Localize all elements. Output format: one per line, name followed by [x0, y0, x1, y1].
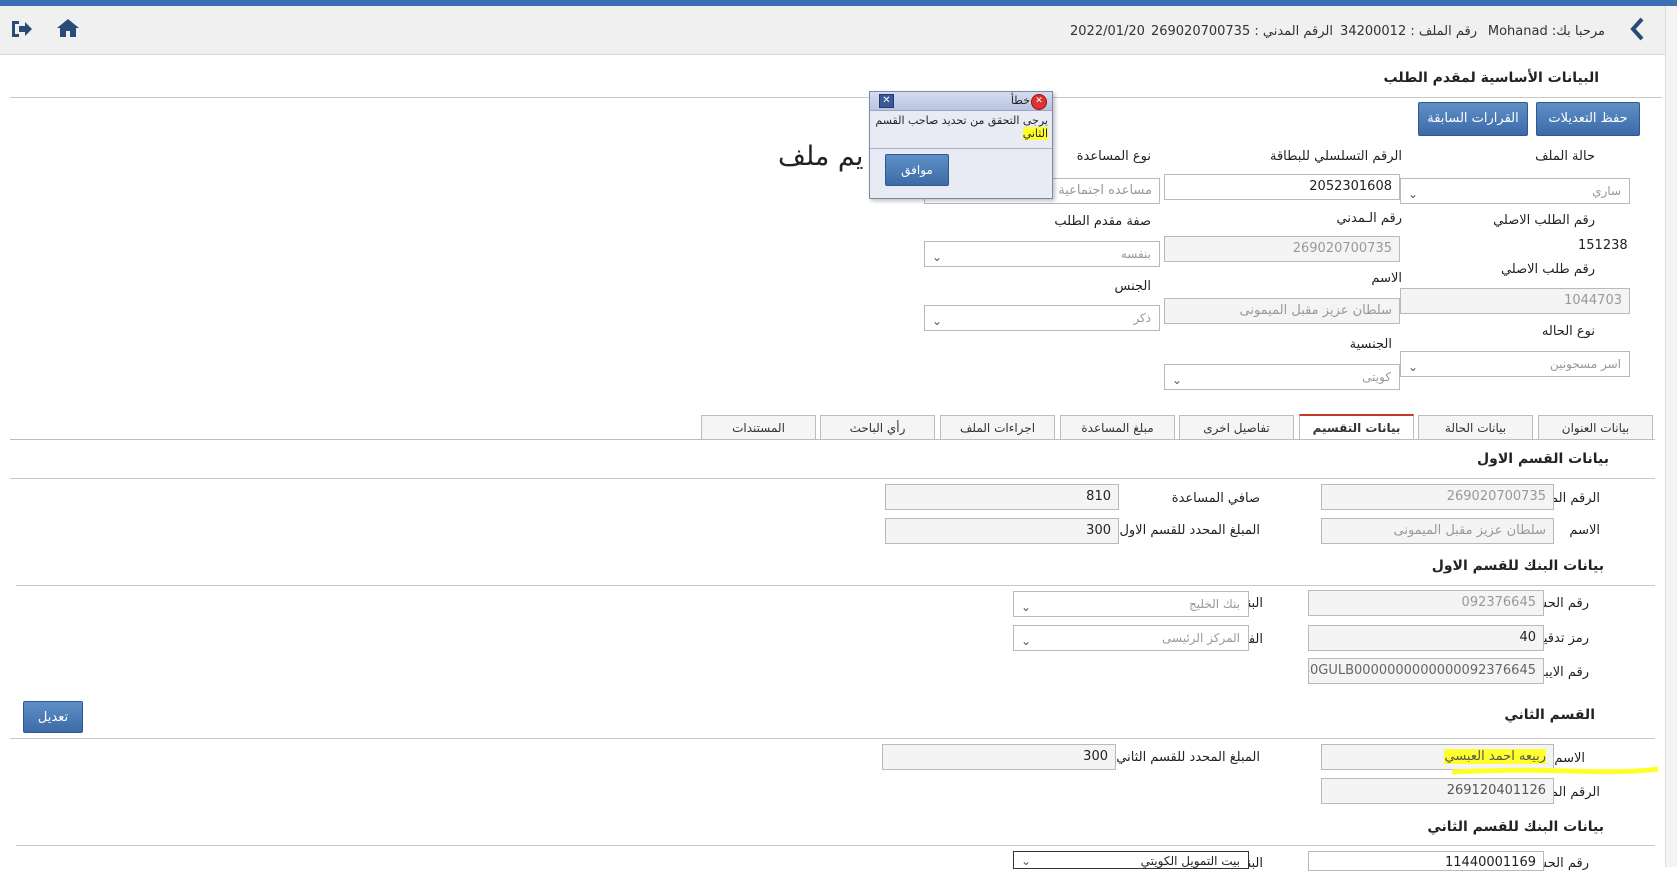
chevron-down-icon: ⌄ [1172, 373, 1183, 387]
chevron-down-icon: ⌄ [1021, 634, 1032, 648]
tab-aid-amount[interactable]: مبلغ المساعدة [1060, 415, 1175, 439]
chevron-down-icon: ⌄ [1021, 854, 1032, 868]
part1-section-title: بيانات القسم الاول [1477, 451, 1609, 467]
nationality-value: كويتى [1362, 370, 1391, 384]
tab-division-data[interactable]: بيانات التقسيم [1299, 414, 1414, 439]
part1-name-field: سلطان عزيز مقبل الميمونى [1321, 518, 1554, 544]
card-serial-field[interactable]: 2052301608 [1164, 174, 1400, 200]
chevron-down-icon: ⌄ [932, 250, 943, 264]
nationality-select[interactable]: كويتى ⌄ [1164, 364, 1400, 390]
chevron-down-icon: ⌄ [1408, 360, 1419, 374]
tab-case-data[interactable]: بيانات الحالة [1418, 415, 1533, 439]
bank2-section-title: بيانات البنك للقسم الثاني [1427, 819, 1604, 835]
error-dialog: ✕ ✕ خطأ يرجى التحقق من تحديد صاحب القسم … [869, 91, 1053, 199]
part2-section-title: القسم الثاني [1504, 707, 1595, 723]
vertical-scrollbar[interactable] [1665, 6, 1677, 867]
applicant-role-select[interactable]: بنفسه ⌄ [924, 241, 1160, 267]
iban-field: W40GULB0000000000000092376645 [1308, 658, 1544, 684]
divider [16, 845, 1655, 846]
bank1-branch-value: المركز الرئيسى [1162, 631, 1240, 645]
back-chevron-icon[interactable] [1627, 16, 1647, 42]
name-label: الاسم [1371, 271, 1402, 286]
applicant-role-value: بنفسه [1120, 247, 1151, 261]
tab-address[interactable]: بيانات العنوان [1538, 415, 1653, 439]
divider [16, 585, 1655, 586]
bank1-branch-select[interactable]: المركز الرئيسى ⌄ [1013, 625, 1249, 651]
dialog-close-icon[interactable]: ✕ [879, 94, 894, 108]
save-changes-button[interactable]: حفظ التعديلات [1536, 102, 1640, 136]
part1-name-label: الاسم [1569, 523, 1600, 538]
name-field: سلطان عزيز مقبل الميمونى [1164, 298, 1400, 324]
tab-file-procedures[interactable]: اجراءات الملف [940, 415, 1055, 439]
bank1-account-field: 092376645 [1308, 590, 1544, 616]
chevron-down-icon: ⌄ [1408, 187, 1419, 201]
original-request2-label: رقم طلب الاصلي [1500, 262, 1595, 277]
card-serial-label: الرقم التسلسلي للبطاقة [1269, 149, 1402, 164]
bank2-account-field[interactable]: 11440001169 [1308, 851, 1544, 871]
applicant-role-label: صفة مقدم الطلب [1054, 214, 1151, 229]
tab-documents[interactable]: المستندات [701, 415, 816, 439]
bank1-section-title: بيانات البنك للقسم الاول [1431, 558, 1604, 574]
page-title: البيانات الأساسية لمقدم الطلب [1383, 70, 1599, 86]
part1-civil-field: 269020700735 [1321, 484, 1554, 510]
dialog-message-line2: الثاني [1022, 127, 1048, 140]
edit-button[interactable]: تعديل [23, 701, 83, 733]
iban-check-field: 40 [1308, 625, 1544, 651]
bank2-bank-value: بيت التمويل الكويتي [1140, 854, 1240, 868]
bank1-bank-value: بنك الخليج [1189, 597, 1240, 611]
divider [10, 478, 1655, 479]
file-heading: يم ملف [778, 141, 864, 172]
divider [10, 97, 1662, 98]
tabs-baseline [10, 439, 1655, 440]
dialog-message-line1: يرجى التحقق من تحديد صاحب القسم [875, 114, 1048, 127]
chevron-down-icon: ⌄ [1021, 600, 1032, 614]
welcome-text: مرحبا بك: Mohanad [1487, 24, 1605, 39]
highlight-underline [1450, 765, 1660, 775]
original-request2-field: 1044703 [1400, 288, 1630, 314]
aid-type-label: نوع المساعدة [1076, 149, 1151, 164]
tab-other-details[interactable]: تفاصيل اخرى [1179, 415, 1294, 439]
nationality-label: الجنسية [1349, 337, 1392, 352]
part2-amount-field: 300 [882, 744, 1116, 770]
part2-amount-label: المبلغ المحدد للقسم الثاني [1116, 750, 1260, 765]
dialog-ok-button[interactable]: موافق [885, 154, 949, 186]
file-number-text: رقم الملف : 34200012 [1340, 24, 1477, 39]
dialog-divider [870, 148, 1052, 149]
case-type-value: اسر مسجونين [1550, 357, 1621, 371]
case-type-label: نوع الحاله [1541, 324, 1595, 339]
dialog-title: خطأ [1010, 94, 1030, 107]
tab-researcher-opinion[interactable]: رأي الباحث [820, 415, 935, 439]
file-status-select[interactable]: ساري ⌄ [1400, 178, 1630, 204]
part2-name-value: ربيعه احمد العبسي [1444, 749, 1546, 764]
part2-civil-field: 269120401126 [1321, 778, 1554, 804]
previous-decisions-button[interactable]: القرارات السابقة [1418, 102, 1528, 136]
gender-label: الجنس [1114, 279, 1151, 294]
civil-number-label: رقم الـمدني [1336, 211, 1402, 226]
divider [10, 738, 1655, 739]
part1-amount-field: 300 [885, 518, 1119, 544]
case-type-select[interactable]: اسر مسجونين ⌄ [1400, 351, 1630, 377]
chevron-down-icon: ⌄ [932, 314, 943, 328]
net-aid-field: 810 [885, 484, 1119, 510]
error-icon: ✕ [1031, 94, 1047, 110]
gender-value: ذكر [1133, 311, 1151, 325]
part2-name-label: الاسم [1554, 751, 1585, 766]
gender-select[interactable]: ذكر ⌄ [924, 305, 1160, 331]
bank1-bank-select[interactable]: بنك الخليج ⌄ [1013, 591, 1249, 617]
part1-amount-label: المبلغ المحدد للقسم الاول [1119, 523, 1260, 538]
original-request-value: 151238 [1578, 238, 1628, 253]
header-civil-number: الرقم المدني : 269020700735 [1150, 24, 1333, 39]
net-aid-label: صافي المساعدة [1171, 491, 1260, 506]
original-request-label: رقم الطلب الاصلي [1493, 213, 1595, 228]
dialog-message: يرجى التحقق من تحديد صاحب القسم الثاني [875, 114, 1048, 140]
file-status-value: ساري [1592, 184, 1621, 198]
home-icon[interactable] [56, 17, 80, 39]
header-date: 2022/01/20 [1070, 24, 1145, 39]
file-status-label: حالة الملف [1535, 149, 1595, 164]
civil-number-field: 269020700735 [1164, 236, 1400, 262]
bank2-bank-select[interactable]: بيت التمويل الكويتي ⌄ [1013, 851, 1249, 869]
logout-icon[interactable] [9, 18, 33, 40]
